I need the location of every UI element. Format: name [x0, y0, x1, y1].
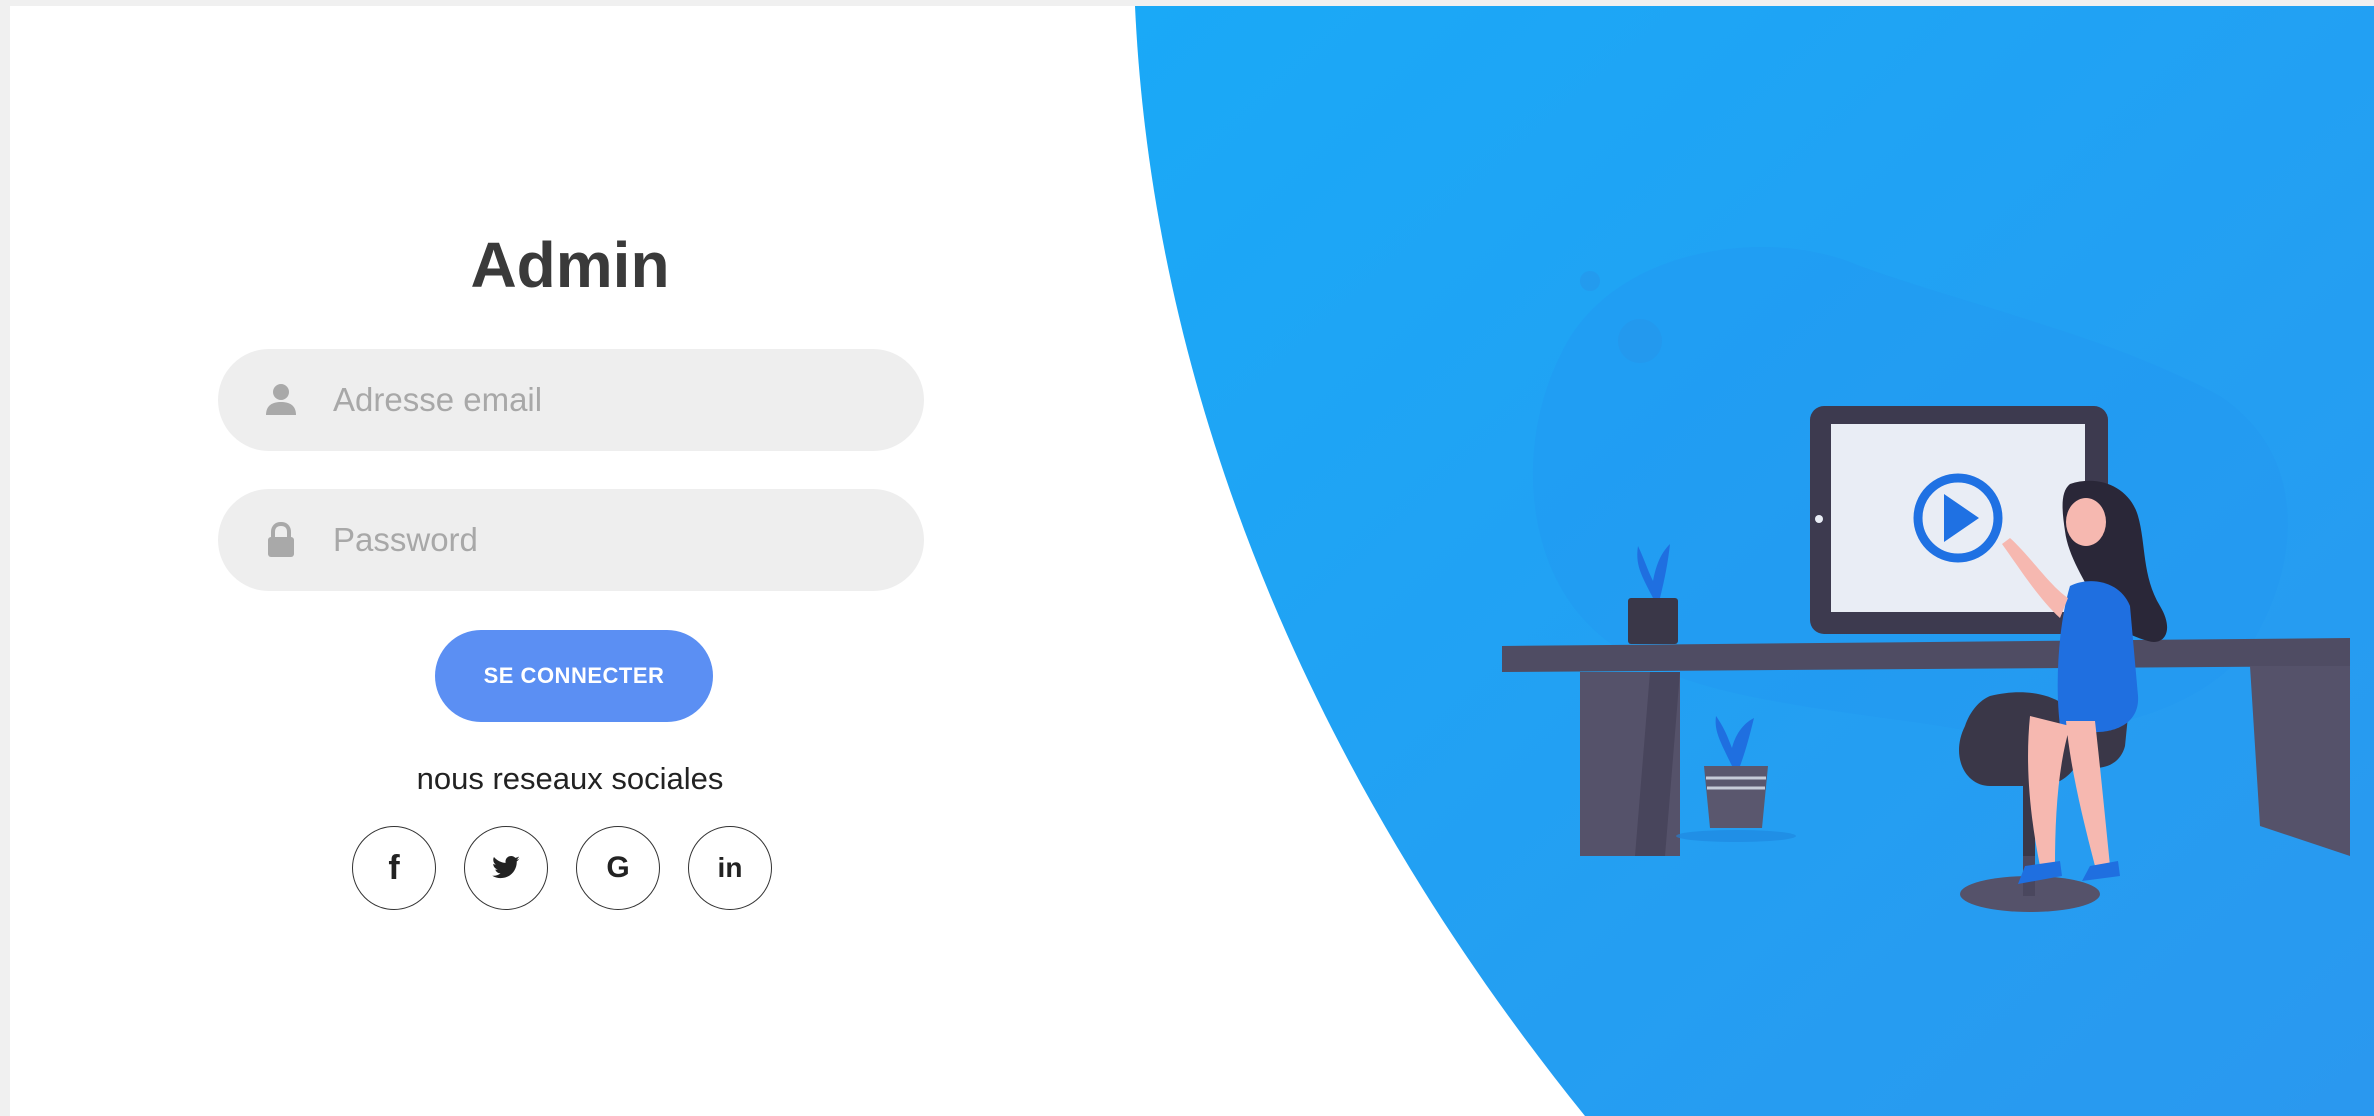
password-field-container — [218, 489, 924, 591]
login-form: Admin SE CONNECTER nous reseaux sociales… — [210, 206, 930, 926]
facebook-button[interactable]: f — [352, 826, 436, 910]
social-links: f G in — [352, 826, 792, 916]
woman-at-desk-illustration — [1502, 406, 2350, 912]
lock-icon — [268, 521, 294, 557]
social-caption: nous reseaux sociales — [416, 761, 724, 796]
password-input[interactable] — [333, 489, 893, 591]
email-input[interactable] — [333, 349, 893, 451]
user-icon — [266, 384, 296, 415]
twitter-icon — [492, 856, 520, 879]
page-title: Admin — [470, 229, 670, 301]
linkedin-icon: in — [717, 852, 743, 883]
facebook-icon: f — [388, 849, 400, 887]
linkedin-button[interactable]: in — [688, 826, 772, 910]
google-button[interactable]: G — [576, 826, 660, 910]
email-field-container — [218, 349, 924, 451]
login-button[interactable]: SE CONNECTER — [435, 630, 713, 722]
login-page: Admin SE CONNECTER nous reseaux sociales… — [10, 6, 2374, 1116]
google-icon: G — [606, 851, 630, 884]
twitter-button[interactable] — [464, 826, 548, 910]
